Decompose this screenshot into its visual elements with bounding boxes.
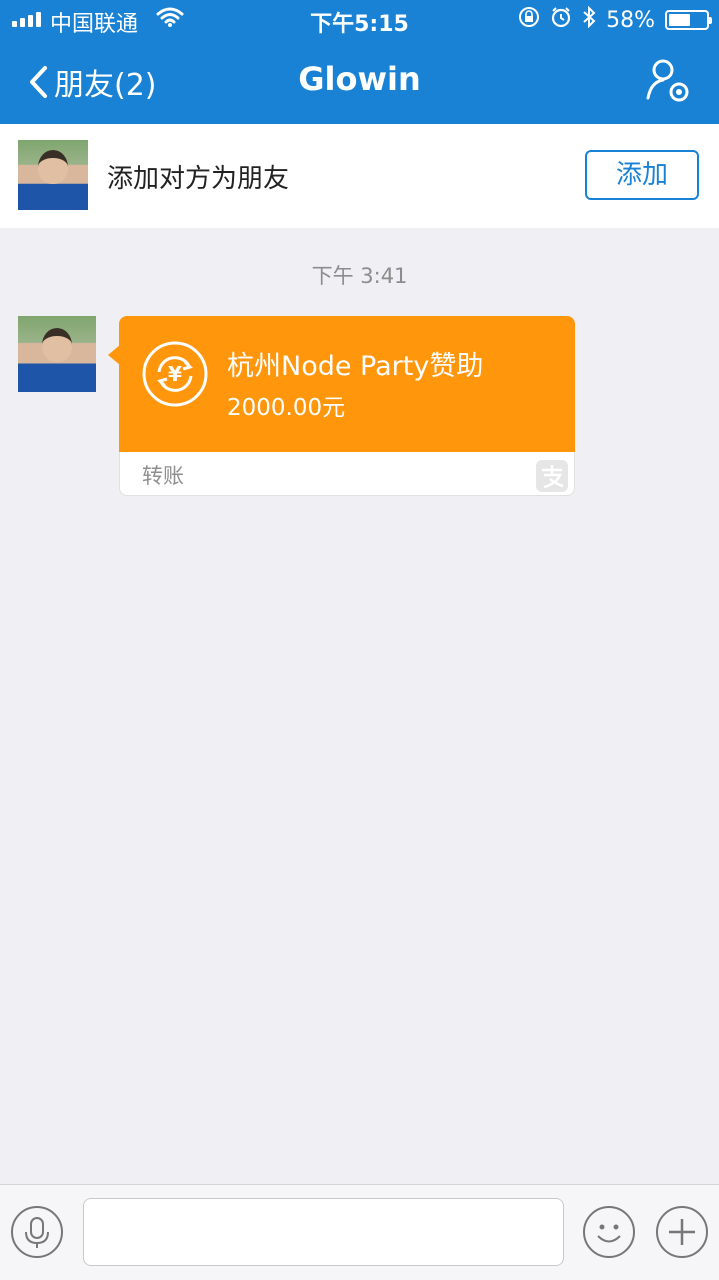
svg-text:¥: ¥ <box>168 362 182 386</box>
add-friend-text: 添加对方为朋友 <box>107 164 290 194</box>
lock-rotation-icon <box>518 6 540 34</box>
bluetooth-icon <box>582 5 596 34</box>
page-title: Glowin <box>298 60 421 98</box>
header: 中国联通 下午5:15 58% 朋友(2) Glowin <box>0 0 719 124</box>
add-friend-bar: 添加对方为朋友 添加 <box>0 124 719 228</box>
message-timestamp: 下午 3:41 <box>311 264 408 288</box>
microphone-icon[interactable] <box>10 1205 64 1259</box>
alipay-icon <box>536 460 568 492</box>
contact-settings-icon <box>646 59 689 102</box>
transfer-label: 转账 <box>142 464 184 488</box>
transfer-card-footer: 转账 <box>120 452 574 496</box>
plus-icon[interactable] <box>655 1205 709 1259</box>
nav-bar: 朋友(2) Glowin <box>0 40 719 124</box>
status-bar: 中国联通 下午5:15 58% <box>0 0 719 40</box>
transfer-card-header: ¥ 杭州Node Party赞助 2000.00元 <box>119 316 575 452</box>
transfer-amount: 2000.00元 <box>227 395 346 421</box>
message-input[interactable] <box>83 1198 564 1266</box>
input-toolbar <box>0 1184 719 1280</box>
transfer-card[interactable]: ¥ 杭州Node Party赞助 2000.00元 转账 <box>108 316 575 496</box>
emoji-icon[interactable] <box>582 1205 636 1259</box>
alarm-icon <box>550 6 572 34</box>
yuan-transfer-icon: ¥ <box>142 341 208 407</box>
transfer-title: 杭州Node Party赞助 <box>227 351 484 382</box>
contact-settings-button[interactable] <box>645 58 693 106</box>
battery-percent: 58% <box>606 7 655 33</box>
sender-avatar[interactable] <box>18 316 96 392</box>
avatar[interactable] <box>18 140 88 210</box>
add-friend-button[interactable]: 添加 <box>585 150 699 200</box>
battery-icon <box>665 10 712 30</box>
